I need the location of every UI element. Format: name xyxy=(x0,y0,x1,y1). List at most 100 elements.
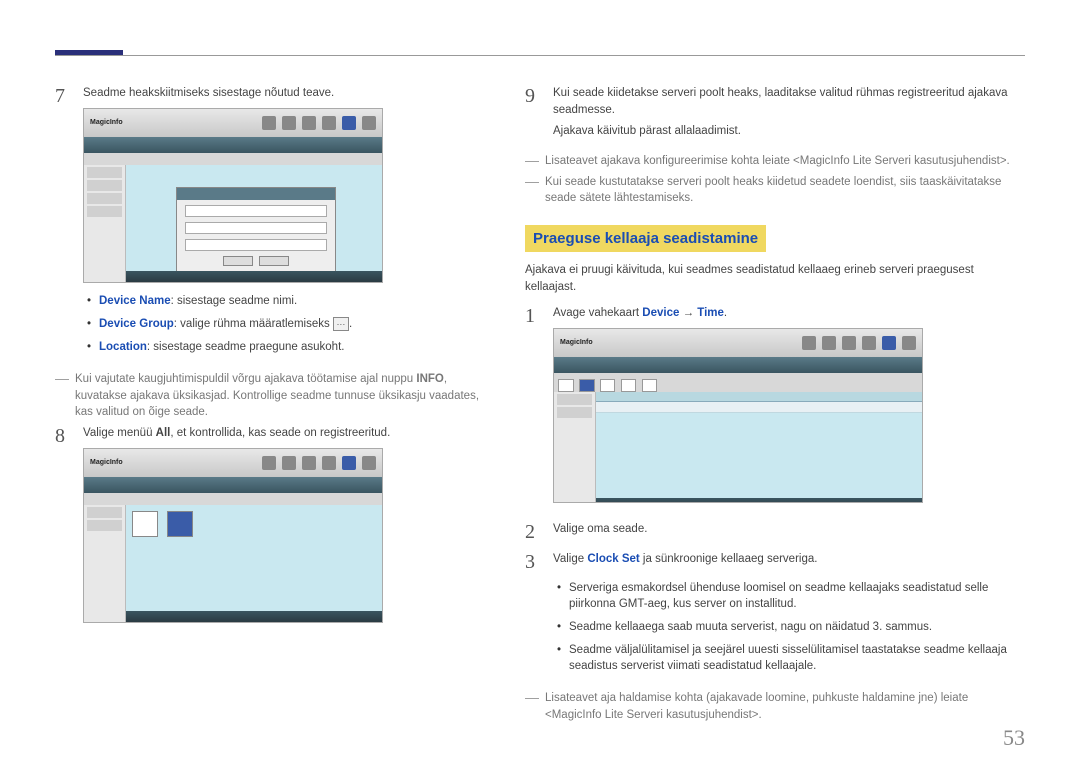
note: ― Lisateavet ajakava konfigureerimise ko… xyxy=(525,153,1025,170)
bold-label: All xyxy=(156,427,171,439)
topbar-icon xyxy=(902,336,916,350)
app-logo: MagicInfo xyxy=(90,458,123,468)
step-number: 2 xyxy=(525,521,543,543)
app-topbar: MagicInfo xyxy=(554,329,922,357)
app-subtoolbar xyxy=(84,153,382,165)
field-label: Location xyxy=(99,341,147,353)
text-segment: Valige menüü xyxy=(83,427,156,439)
field-text: : valige rühma määratlemiseks xyxy=(174,318,333,330)
note-text: Lisateavet aja haldamise kohta (ajakavad… xyxy=(545,690,1025,723)
step-text: Valige menüü All, et kontrollida, kas se… xyxy=(83,425,485,442)
note-info: ― Kui vajutate kaugjuhtimispuldil võrgu … xyxy=(55,371,485,421)
text-segment: Valige xyxy=(553,553,587,565)
step-number: 3 xyxy=(525,551,543,682)
step-number: 9 xyxy=(525,85,543,145)
app-topbar: MagicInfo xyxy=(84,449,382,477)
tab-active xyxy=(579,379,595,392)
screenshot-approve-dialog: MagicInfo xyxy=(83,108,383,283)
app-topbar: MagicInfo xyxy=(84,109,382,137)
topbar-icon xyxy=(282,456,296,470)
topbar-icon xyxy=(302,116,316,130)
page-content: 7 Seadme heakskiitmiseks sisestage nõutu… xyxy=(0,0,1080,748)
table-row xyxy=(596,402,922,413)
app-sidebar xyxy=(84,165,126,282)
dash-icon: ― xyxy=(525,153,539,170)
step-text: Valige Clock Set ja sünkroonige kellaaeg… xyxy=(553,551,1025,568)
topbar-icon xyxy=(262,116,276,130)
topbar-icon xyxy=(802,336,816,350)
topbar-icon xyxy=(862,336,876,350)
device-thumb xyxy=(132,511,158,537)
text-segment: , et kontrollida, kas seade on registree… xyxy=(170,427,390,439)
app-toolbar xyxy=(84,477,382,493)
screenshot-all-devices: MagicInfo xyxy=(83,448,383,623)
note: ― Kui seade kustutatakse serveri poolt h… xyxy=(525,174,1025,207)
app-subtoolbar xyxy=(84,493,382,505)
field-label: Device Name xyxy=(99,295,171,307)
nav-label: Device xyxy=(642,307,679,319)
list-item: Seadme kellaaega saab muuta serverist, n… xyxy=(553,619,1025,635)
step-text: Seadme heakskiitmiseks sisestage nõutud … xyxy=(83,85,485,102)
topbar-icon xyxy=(322,116,336,130)
section-heading: Praeguse kellaaja seadistamine xyxy=(525,225,766,252)
section-intro: Ajakava ei pruugi käivituda, kui seadmes… xyxy=(525,262,1025,295)
topbar-icon xyxy=(262,456,276,470)
topbar-icon xyxy=(302,456,316,470)
app-main xyxy=(126,505,382,622)
approve-dialog xyxy=(176,187,336,277)
device-thumb xyxy=(167,511,193,537)
step-7: 7 Seadme heakskiitmiseks sisestage nõutu… xyxy=(55,85,485,363)
app-logo: MagicInfo xyxy=(560,338,593,348)
dash-icon: ― xyxy=(525,174,539,207)
topbar-icon xyxy=(342,456,356,470)
arrow-icon: → xyxy=(679,307,697,319)
header-divider xyxy=(55,55,1025,56)
action-label: Clock Set xyxy=(587,553,639,565)
topbar-icon xyxy=(282,116,296,130)
note-text: Kui seade kustutatakse serveri poolt hea… xyxy=(545,174,1025,207)
list-item: Serveriga esmakordsel ühenduse loomisel … xyxy=(553,580,1025,612)
left-column: 7 Seadme heakskiitmiseks sisestage nõutu… xyxy=(55,85,485,728)
dash-icon: ― xyxy=(55,371,69,421)
list-item: Device Name: sisestage seadme nimi. xyxy=(83,293,485,309)
app-sidebar xyxy=(554,392,596,503)
app-main xyxy=(126,165,382,282)
step-text: Ajakava käivitub pärast allalaadimist. xyxy=(553,123,1025,140)
step-9: 9 Kui seade kiidetakse serveri poolt hea… xyxy=(525,85,1025,145)
topbar-icon xyxy=(822,336,836,350)
step-text: Avage vahekaart Device → Time. xyxy=(553,305,1025,322)
step-number: 1 xyxy=(525,305,543,513)
app-sidebar xyxy=(84,505,126,622)
tab-strip xyxy=(554,373,922,392)
topbar-icon xyxy=(362,456,376,470)
step-8: 8 Valige menüü All, et kontrollida, kas … xyxy=(55,425,485,633)
list-item: Device Group: valige rühma määratlemisek… xyxy=(83,316,485,332)
topbar-icon xyxy=(342,116,356,130)
step3-bullets: Serveriga esmakordsel ühenduse loomisel … xyxy=(553,580,1025,674)
nav-label: Time xyxy=(697,307,724,319)
note-text: Lisateavet ajakava konfigureerimise koht… xyxy=(545,153,1010,170)
note: ― Lisateavet aja haldamise kohta (ajakav… xyxy=(525,690,1025,723)
step-number: 8 xyxy=(55,425,73,633)
app-toolbar xyxy=(84,137,382,153)
app-logo: MagicInfo xyxy=(90,118,123,128)
text-segment: . xyxy=(724,307,727,319)
step-number: 7 xyxy=(55,85,73,363)
right-column: 9 Kui seade kiidetakse serveri poolt hea… xyxy=(525,85,1025,728)
step-text: Kui seade kiidetakse serveri poolt heaks… xyxy=(553,85,1025,118)
field-text: : sisestage seadme nimi. xyxy=(171,295,298,307)
screenshot-device-time: MagicInfo xyxy=(553,328,923,503)
app-main xyxy=(596,392,922,503)
topbar-icon xyxy=(322,456,336,470)
ellipsis-icon: ··· xyxy=(333,317,349,331)
list-item: Seadme väljalülitamisel ja seejärel uues… xyxy=(553,642,1025,674)
list-item: Location: sisestage seadme praegune asuk… xyxy=(83,339,485,355)
page-number: 53 xyxy=(1003,725,1025,751)
text-segment: Avage vahekaart xyxy=(553,307,642,319)
tab xyxy=(621,379,637,392)
step-3: 3 Valige Clock Set ja sünkroonige kellaa… xyxy=(525,551,1025,682)
field-text: : sisestage seadme praegune asukoht. xyxy=(147,341,345,353)
tab xyxy=(642,379,658,392)
step-1: 1 Avage vahekaart Device → Time. MagicIn… xyxy=(525,305,1025,513)
note-text: Kui vajutate kaugjuhtimispuldil võrgu aj… xyxy=(75,371,485,421)
